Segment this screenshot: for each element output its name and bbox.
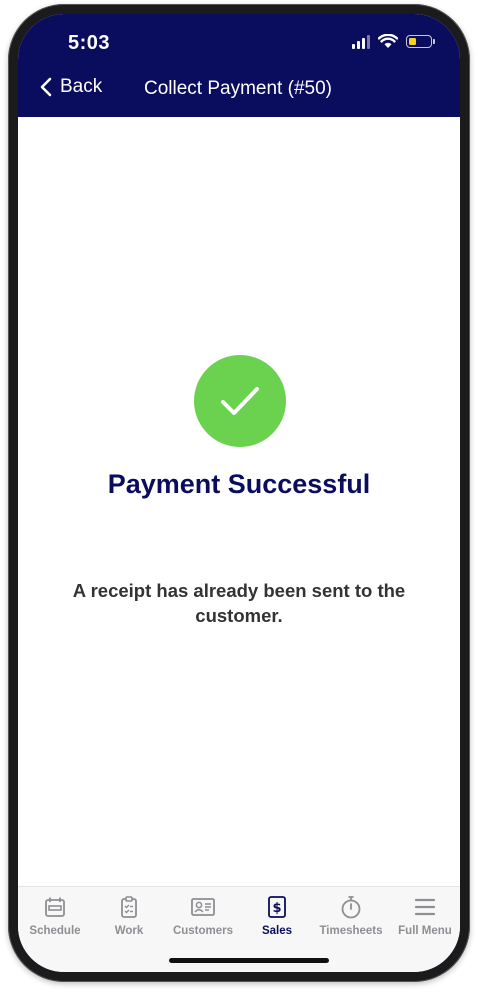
dollar-icon: $ xyxy=(268,896,286,918)
tab-sales[interactable]: $ Sales xyxy=(240,895,314,937)
chevron-left-icon xyxy=(40,77,52,97)
contact-card-icon xyxy=(191,898,215,916)
back-label: Back xyxy=(60,76,103,97)
battery-icon xyxy=(406,35,435,48)
receipt-message: A receipt has already been sent to the c… xyxy=(72,580,406,626)
tab-label: Work xyxy=(114,925,144,937)
tab-label: Timesheets xyxy=(319,925,383,937)
tab-label: Schedule xyxy=(29,925,81,937)
hamburger-icon xyxy=(414,898,436,916)
tab-work[interactable]: Work xyxy=(92,895,166,937)
cellular-signal-icon xyxy=(352,34,370,49)
tab-customers[interactable]: Customers xyxy=(166,895,240,937)
success-check-icon xyxy=(194,355,286,447)
wifi-icon xyxy=(378,34,398,48)
back-button[interactable]: Back xyxy=(40,76,102,98)
svg-text:$: $ xyxy=(272,901,281,916)
home-indicator[interactable] xyxy=(169,958,329,963)
success-title: Payment Successful xyxy=(107,469,371,499)
payment-result: Payment Successful A receipt has already… xyxy=(18,117,460,892)
clipboard-icon xyxy=(121,896,137,918)
stopwatch-icon xyxy=(341,896,361,919)
tab-label: Customers xyxy=(172,925,234,937)
phone-frame: 5:03 Back Collect Payment (#50) Payment … xyxy=(8,4,470,982)
battery-level xyxy=(408,37,416,45)
tab-schedule[interactable]: Schedule xyxy=(18,895,92,937)
status-time: 5:03 xyxy=(68,32,111,54)
screen: 5:03 Back Collect Payment (#50) Payment … xyxy=(18,14,460,972)
tab-label: Sales xyxy=(261,925,293,937)
tab-label: Full Menu xyxy=(398,925,452,937)
status-icons xyxy=(352,34,435,49)
tab-full-menu[interactable]: Full Menu xyxy=(388,895,460,937)
page-title: Collect Payment (#50) xyxy=(144,78,332,99)
top-bar: 5:03 Back Collect Payment (#50) xyxy=(18,14,460,117)
tab-timesheets[interactable]: Timesheets xyxy=(314,895,388,937)
calendar-icon xyxy=(45,897,65,917)
